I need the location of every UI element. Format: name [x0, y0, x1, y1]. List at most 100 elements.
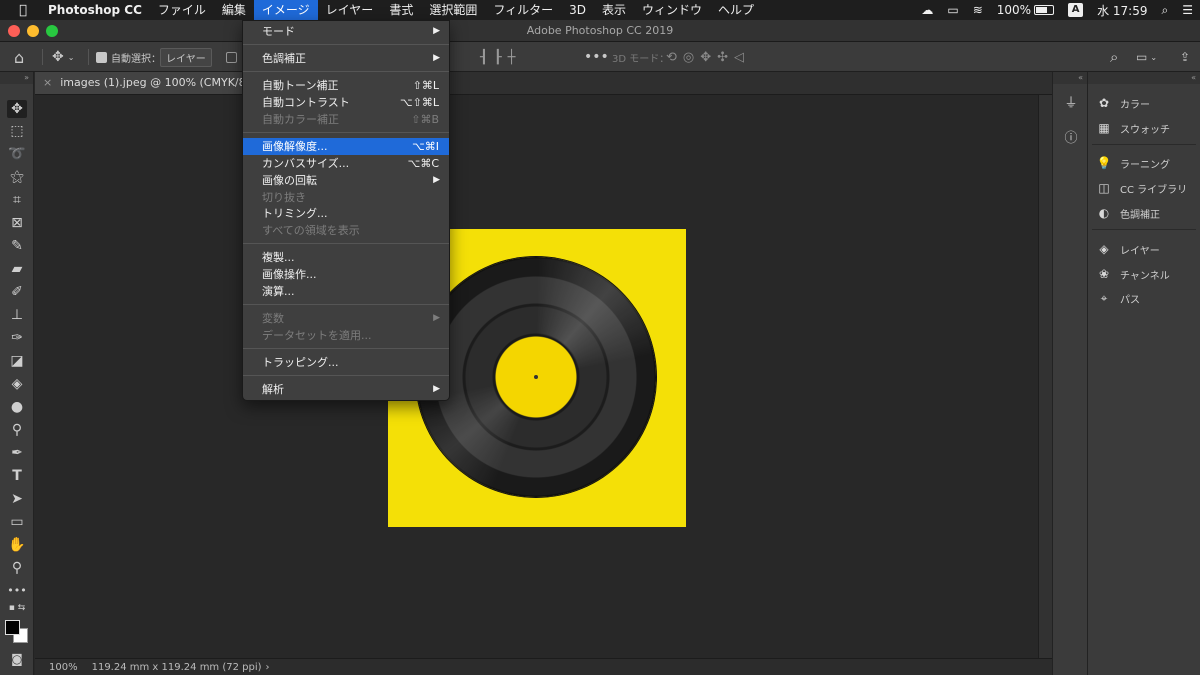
threed-tools-icons[interactable]: ⟲◎✥✣◁: [666, 42, 750, 72]
panel-swatches[interactable]: ▦ スウォッチ: [1096, 119, 1170, 137]
menu-file[interactable]: ファイル: [150, 0, 214, 20]
quick-mask-icon[interactable]: ◙: [7, 650, 27, 668]
close-icon[interactable]: ×: [43, 76, 52, 89]
path-selection-tool-icon[interactable]: ➤: [7, 490, 27, 508]
creative-cloud-icon[interactable]: ☁: [914, 3, 940, 17]
marquee-tool-icon[interactable]: ⬚: [7, 122, 27, 140]
menu-layer[interactable]: レイヤー: [318, 0, 382, 20]
menu-window[interactable]: ウィンドウ: [634, 0, 710, 20]
eyedropper-tool-icon[interactable]: ✎: [7, 237, 27, 255]
info-panel-icon[interactable]: ⓘ: [1063, 131, 1079, 147]
menu-edit[interactable]: 編集: [214, 0, 254, 20]
panel-learn[interactable]: 💡 ラーニング: [1096, 154, 1170, 172]
airplay-icon[interactable]: ▭: [940, 3, 965, 17]
foreground-color[interactable]: [5, 620, 20, 635]
menu-item-duplicate[interactable]: 複製...: [243, 249, 449, 266]
share-icon[interactable]: ⇪: [1180, 42, 1190, 72]
clock[interactable]: 水 17:59: [1090, 2, 1154, 19]
eraser-tool-icon[interactable]: ◪: [7, 352, 27, 370]
panel-layers[interactable]: ◈ レイヤー: [1096, 240, 1159, 258]
move-tool-icon[interactable]: ✥: [7, 100, 27, 118]
menu-3d[interactable]: 3D: [561, 0, 594, 20]
paint-bucket-tool-icon[interactable]: ◈: [7, 375, 27, 393]
panel-cc-libraries[interactable]: ◫ CC ライブラリ: [1096, 179, 1187, 197]
menu-type[interactable]: 書式: [381, 0, 421, 20]
menu-item-image-size[interactable]: 画像解像度... ⌥⌘I: [243, 138, 449, 155]
menu-item-mode[interactable]: モード ▶: [243, 23, 449, 40]
magic-wand-tool-icon[interactable]: ⚝: [7, 168, 27, 186]
auto-select-checkbox[interactable]: 自動選択：: [96, 42, 161, 72]
apple-icon[interactable]: : [0, 3, 46, 18]
panel-channels[interactable]: ❀ チャンネル: [1096, 265, 1170, 283]
panel-paths[interactable]: ⌖ パス: [1096, 289, 1140, 307]
dodge-tool-icon[interactable]: ⚲: [7, 421, 27, 439]
window-title: Adobe Photoshop CC 2019: [526, 24, 674, 37]
move-tool-preset-icon[interactable]: ✥ ⌄: [52, 42, 74, 72]
menu-item-rotation[interactable]: 画像の回転 ▶: [243, 172, 449, 189]
menu-item-apply-dataset: データセットを適用...: [243, 327, 449, 344]
menu-view[interactable]: 表示: [594, 0, 634, 20]
blur-tool-icon[interactable]: ●: [7, 398, 27, 416]
type-tool-icon[interactable]: T: [7, 467, 27, 485]
zoom-level[interactable]: 100%: [49, 662, 78, 673]
stamp-tool-icon[interactable]: ⊥: [7, 306, 27, 324]
panel-divider: [1092, 229, 1196, 230]
menu-item-label: 自動トーン補正: [262, 79, 339, 92]
menu-image[interactable]: イメージ: [253, 0, 318, 20]
menu-filter[interactable]: フィルター: [485, 0, 561, 20]
hand-tool-icon[interactable]: ✋: [7, 536, 27, 554]
distribute-icons[interactable]: ┨┠┼: [480, 42, 521, 72]
menu-help[interactable]: ヘルプ: [710, 0, 762, 20]
menu-item-canvas-size[interactable]: カンバスサイズ... ⌥⌘C: [243, 155, 449, 172]
home-icon[interactable]: ⌂: [14, 42, 24, 72]
auto-select-dropdown[interactable]: レイヤー: [160, 42, 212, 72]
edit-toolbar-icon[interactable]: •••: [7, 582, 27, 600]
panel-adjustments[interactable]: ◐ 色調補正: [1096, 204, 1160, 222]
dock-collapse[interactable]: «: [1053, 72, 1087, 84]
swap-colors-icon[interactable]: ▪ ⇆: [7, 602, 27, 614]
lasso-tool-icon[interactable]: ➰: [7, 145, 27, 163]
panel-collapse[interactable]: «: [1088, 72, 1200, 84]
menu-item-auto-tone[interactable]: 自動トーン補正 ⇧⌘L: [243, 77, 449, 94]
vertical-scrollbar[interactable]: [1038, 95, 1052, 658]
healing-brush-tool-icon[interactable]: ▰: [7, 260, 27, 278]
transform-controls-checkbox[interactable]: [226, 42, 241, 72]
palette-icon: ✿: [1098, 96, 1110, 110]
menu-item-trapping[interactable]: トラッピング...: [243, 354, 449, 371]
menu-item-auto-contrast[interactable]: 自動コントラスト ⌥⇧⌘L: [243, 94, 449, 111]
input-source[interactable]: A: [1061, 3, 1090, 17]
menu-item-label: 複製...: [262, 251, 295, 264]
menu-item-apply-image[interactable]: 画像操作...: [243, 266, 449, 283]
zoom-tool-icon[interactable]: ⚲: [7, 559, 27, 577]
frame-tool-icon[interactable]: ⊠: [7, 214, 27, 232]
menu-item-analysis[interactable]: 解析 ▶: [243, 381, 449, 398]
more-options-icon[interactable]: •••: [584, 42, 609, 72]
battery-status[interactable]: 100%: [990, 3, 1061, 17]
chevron-right-icon[interactable]: ›: [266, 662, 270, 673]
document-tab[interactable]: × images (1).jpeg @ 100% (CMYK/8) *: [35, 72, 250, 94]
notification-center-icon[interactable]: ☰: [1175, 3, 1200, 17]
search-icon[interactable]: ⌕: [1110, 42, 1118, 72]
menu-separator: [243, 44, 449, 45]
brush-tool-icon[interactable]: ✐: [7, 283, 27, 301]
history-panel-icon[interactable]: ⏚: [1063, 96, 1079, 112]
color-swatches[interactable]: [4, 618, 32, 644]
toolbar-collapse[interactable]: »: [0, 72, 33, 84]
menu-separator: [243, 304, 449, 305]
panel-color-label: カラー: [1120, 99, 1150, 111]
swatches-icon: ▦: [1098, 121, 1110, 135]
spotlight-icon[interactable]: ⌕: [1155, 3, 1176, 18]
lightbulb-icon: 💡: [1096, 156, 1112, 170]
history-brush-tool-icon[interactable]: ✑: [7, 329, 27, 347]
menu-item-adjustments[interactable]: 色調補正 ▶: [243, 50, 449, 67]
workspace-icon[interactable]: ▭ ⌄: [1136, 42, 1157, 72]
app-menu[interactable]: Photoshop CC: [46, 0, 150, 20]
pen-tool-icon[interactable]: ✒: [7, 444, 27, 462]
panel-color[interactable]: ✿ カラー: [1096, 94, 1150, 112]
menu-select[interactable]: 選択範囲: [421, 0, 485, 20]
rectangle-tool-icon[interactable]: ▭: [7, 513, 27, 531]
wifi-icon[interactable]: ≋: [966, 3, 990, 17]
crop-tool-icon[interactable]: ⌗: [7, 191, 27, 209]
menu-item-calculations[interactable]: 演算...: [243, 283, 449, 300]
menu-item-trim[interactable]: トリミング...: [243, 205, 449, 222]
